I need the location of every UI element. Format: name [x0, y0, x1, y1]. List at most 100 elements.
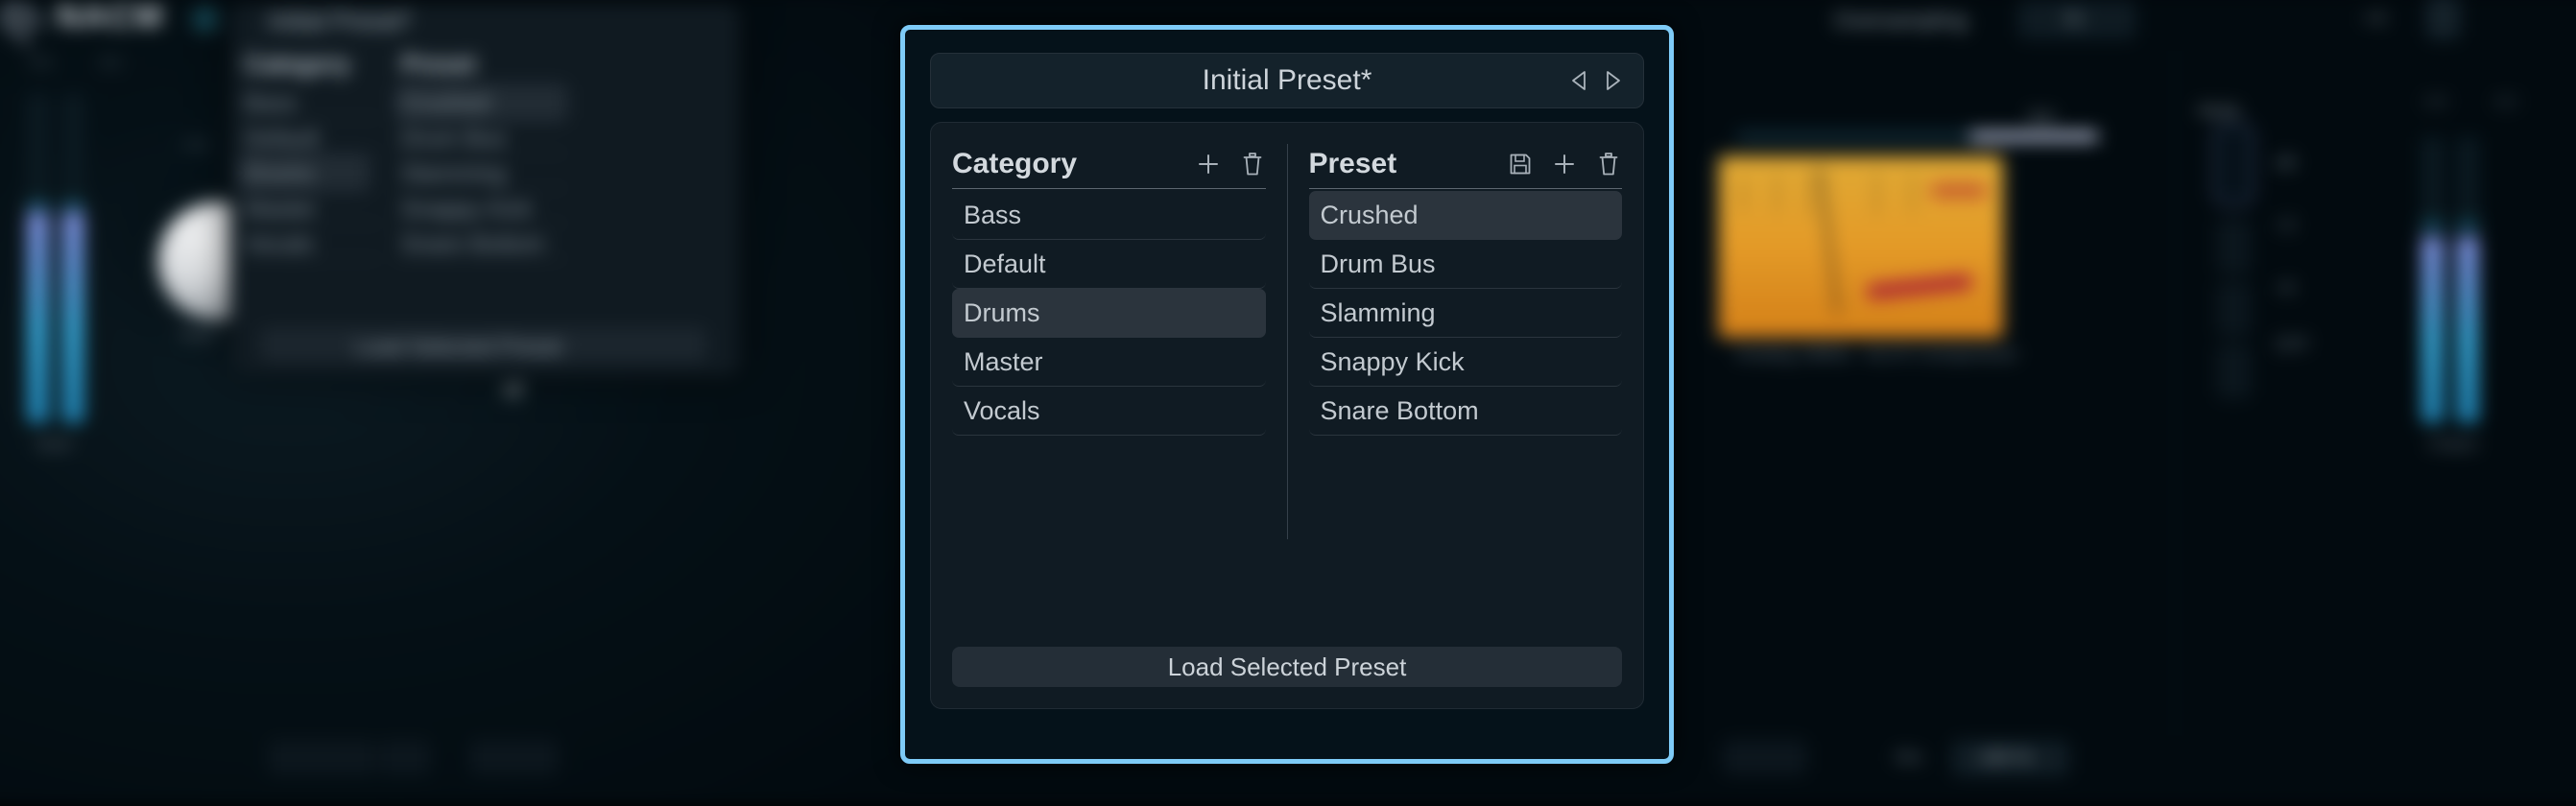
list-item[interactable]: Crushed [1308, 191, 1622, 240]
knob-left-value: -6.0 [181, 136, 207, 154]
category-item-label: Bass [964, 200, 1022, 229]
ghost-preset-title-col: Preset [400, 50, 476, 79]
output-meter-right [2456, 136, 2479, 423]
category-header-rule [952, 188, 1266, 189]
category-item-label: Master [964, 346, 1043, 376]
triangle-right-icon[interactable] [1603, 69, 1624, 92]
output-meter-left [2421, 136, 2444, 423]
mode-step-4 [2215, 344, 2252, 399]
progress-value: 9.4 [2030, 107, 2054, 127]
preset-header-icons [1507, 150, 1622, 178]
category-item-label: Drums [964, 297, 1040, 327]
list-item[interactable]: Slamming [1308, 289, 1622, 338]
ghost-preset-item-3: Snappy Kick [400, 195, 532, 223]
load-selected-preset-button[interactable]: Load Selected Preset [952, 647, 1622, 687]
plus-icon[interactable] [1195, 150, 1222, 178]
preset-browser-dialog[interactable]: Initial Preset* Category Bass Default Dr… [900, 25, 1674, 764]
preset-browser-panel: Category Bass Default Drums Master Vocal… [930, 122, 1644, 709]
bottom-button-4 [1722, 739, 1807, 775]
mode-value-2: +6 [2275, 277, 2296, 297]
mix-label: Mix [1895, 747, 1924, 769]
topright-menu-button [2426, 0, 2460, 39]
trash-icon[interactable] [1595, 150, 1622, 178]
triangle-left-icon[interactable] [1568, 69, 1589, 92]
ghost-category-title: Category [244, 50, 351, 79]
input-label: Input [35, 434, 72, 454]
preset-name-label: Initial Preset* [1202, 64, 1372, 96]
bottom-button-3 [469, 739, 559, 775]
preset-header: Preset [1309, 140, 1623, 188]
load-button-wrapper: Load Selected Preset [931, 647, 1643, 708]
ghost-category-item-3: Master [244, 195, 317, 223]
ghost-category-item-4: Vocals [244, 230, 314, 258]
floppy-disk-icon[interactable] [1507, 150, 1534, 178]
mode-selected-slot [2215, 125, 2252, 203]
panel-divider [2175, 50, 2177, 736]
ghost-preset-title: Initial Preset* [268, 7, 413, 36]
ghost-category-item-2: Drums [244, 160, 314, 187]
ghost-preset-item-0: Crushed [400, 89, 490, 117]
category-title: Category [952, 148, 1078, 179]
preset-nav-group [1568, 54, 1624, 107]
category-header-icons [1195, 150, 1266, 178]
preset-item-label: Snappy Kick [1320, 346, 1465, 376]
list-item[interactable]: Snappy Kick [1308, 338, 1622, 387]
edge-label-left: ut [502, 375, 523, 403]
output-meter-value-r: -6.2 [2492, 93, 2517, 111]
preset-item-label: Drum Bus [1320, 249, 1436, 278]
input-meter-left [27, 93, 49, 423]
list-item[interactable]: Drums [952, 289, 1266, 338]
knob-left-label: Input [179, 324, 217, 344]
input-meter-value-l: -8.3 [27, 54, 53, 72]
trash-icon[interactable] [1239, 150, 1266, 178]
list-item[interactable]: Master [952, 338, 1266, 387]
brand-logo-icon [0, 0, 49, 51]
mode-value-3: OFF [2275, 334, 2310, 355]
list-item[interactable]: Drum Bus [1308, 240, 1622, 289]
ghost-preset-item-4: Snare Bottom [400, 230, 545, 258]
mode-value-0: dB [2275, 152, 2297, 173]
preset-item-label: Slamming [1320, 297, 1436, 327]
category-item-label: Default [964, 249, 1046, 278]
oversampling-value: 4x [2063, 7, 2085, 30]
topright-value: +4 [2362, 7, 2386, 30]
category-column: Category Bass Default Drums Master Vocal… [952, 140, 1287, 647]
preset-meta-text: Analog 1960s - ALVX Compressor [1736, 344, 2018, 366]
input-meter-value-r: -8.1 [97, 54, 124, 72]
brand-name: NACM [56, 0, 165, 36]
plus-icon[interactable] [1551, 150, 1578, 178]
ghost-preset-item-2: Slamming [400, 160, 506, 187]
vu-meter-display [1718, 156, 2003, 338]
preset-item-label: Crushed [1320, 200, 1419, 229]
background-info-icon [191, 5, 220, 34]
progress-fill [1968, 131, 2099, 141]
ghost-category-item-1: Default [244, 125, 320, 152]
list-item[interactable]: Vocals [952, 387, 1266, 436]
bottom-button-1 [268, 739, 376, 775]
ghost-preset-item-1: Drum Bus [400, 125, 506, 152]
output-label: Output [2427, 434, 2478, 454]
category-header: Category [952, 140, 1266, 188]
category-list: Bass Default Drums Master Vocals [952, 191, 1266, 436]
list-item[interactable]: Snare Bottom [1308, 387, 1622, 436]
preset-name-bar[interactable]: Initial Preset* [930, 53, 1644, 108]
list-item[interactable]: Bass [952, 191, 1266, 240]
preset-list: Crushed Drum Bus Slamming Snappy Kick Sn… [1308, 191, 1622, 436]
category-item-label: Vocals [964, 395, 1040, 425]
mode-value-1: +3 [2275, 215, 2296, 235]
ghost-category-item-0: Bass [244, 89, 298, 117]
mode-step-3 [2215, 281, 2252, 337]
oversampling-label: Oversampling [1834, 7, 1968, 33]
input-meter-right [61, 93, 84, 423]
ghost-load-button-label: Load Selected Preset [355, 334, 562, 360]
preset-title: Preset [1308, 148, 1397, 179]
mix-value: 100 % [1979, 747, 2033, 769]
preset-header-rule [1308, 188, 1622, 189]
list-item[interactable]: Default [952, 240, 1266, 289]
output-meter-value-l: -6.9 [2421, 93, 2447, 111]
mode-column-label: Mode [2198, 101, 2240, 121]
mode-step-2 [2215, 219, 2252, 274]
bottom-button-2 [379, 739, 431, 775]
preset-item-label: Snare Bottom [1320, 395, 1479, 425]
preset-column: Preset Crushed Drum Bus Slamming Snappy … [1288, 140, 1623, 647]
